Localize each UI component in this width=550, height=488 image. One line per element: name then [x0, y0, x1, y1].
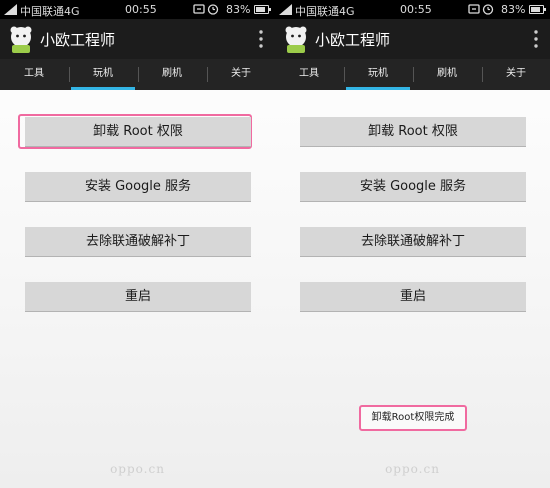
toast-message: 卸载Root权限完成 [359, 405, 467, 431]
carrier-label: 中国联通4G [295, 5, 355, 18]
tab-play[interactable]: 玩机 [344, 59, 412, 90]
tab-about[interactable]: 关于 [482, 59, 550, 90]
sync-icon [193, 4, 205, 14]
status-bar: 中国联通4G 00:55 83% [0, 0, 275, 19]
watermark: oppo.cn [385, 462, 440, 476]
tab-flash[interactable]: 刷机 [138, 59, 206, 90]
uninstall-root-button[interactable]: 卸载 Root 权限 [300, 117, 526, 147]
app-logo-icon [10, 26, 32, 53]
tab-tools[interactable]: 工具 [0, 59, 68, 90]
battery-percent: 83% [501, 3, 526, 16]
tab-play[interactable]: 玩机 [69, 59, 137, 90]
tab-bar: 工具 玩机 刷机 关于 [275, 59, 550, 90]
clock: 00:55 [400, 3, 432, 16]
alarm-icon [207, 4, 219, 15]
watermark: oppo.cn [110, 462, 165, 476]
reboot-button[interactable]: 重启 [300, 282, 526, 312]
tab-tools[interactable]: 工具 [275, 59, 343, 90]
app-logo-icon [285, 26, 307, 53]
remove-unicom-patch-button[interactable]: 去除联通破解补丁 [25, 227, 251, 257]
battery-fill [531, 7, 540, 12]
status-bar: 中国联通4G 00:55 83% [275, 0, 550, 19]
install-google-services-button[interactable]: 安装 Google 服务 [25, 172, 251, 202]
sync-icon [468, 4, 480, 14]
tab-about[interactable]: 关于 [207, 59, 275, 90]
app-title: 小欧工程师 [40, 31, 116, 49]
screen-left: 中国联通4G 00:55 83% 小欧工程师 工具 玩机 刷机 关于 卸载 Ro… [0, 0, 275, 488]
action-bar: 小欧工程师 [275, 19, 550, 59]
tab-bar: 工具 玩机 刷机 关于 [0, 59, 275, 90]
overflow-menu-icon[interactable] [259, 30, 263, 48]
carrier-label: 中国联通4G [20, 5, 80, 18]
battery-percent: 83% [226, 3, 251, 16]
battery-icon [529, 5, 546, 14]
clock: 00:55 [125, 3, 157, 16]
tab-flash[interactable]: 刷机 [413, 59, 481, 90]
signal-icon [4, 4, 17, 15]
overflow-menu-icon[interactable] [534, 30, 538, 48]
screen-right: 中国联通4G 00:55 83% 小欧工程师 工具 玩机 刷机 关于 卸载 Ro… [275, 0, 550, 488]
battery-icon [254, 5, 271, 14]
battery-fill [256, 7, 265, 12]
app-title: 小欧工程师 [315, 31, 391, 49]
install-google-services-button[interactable]: 安装 Google 服务 [300, 172, 526, 202]
remove-unicom-patch-button[interactable]: 去除联通破解补丁 [300, 227, 526, 257]
signal-icon [279, 4, 292, 15]
reboot-button[interactable]: 重启 [25, 282, 251, 312]
action-bar: 小欧工程师 [0, 19, 275, 59]
uninstall-root-button[interactable]: 卸载 Root 权限 [25, 117, 251, 147]
alarm-icon [482, 4, 494, 15]
